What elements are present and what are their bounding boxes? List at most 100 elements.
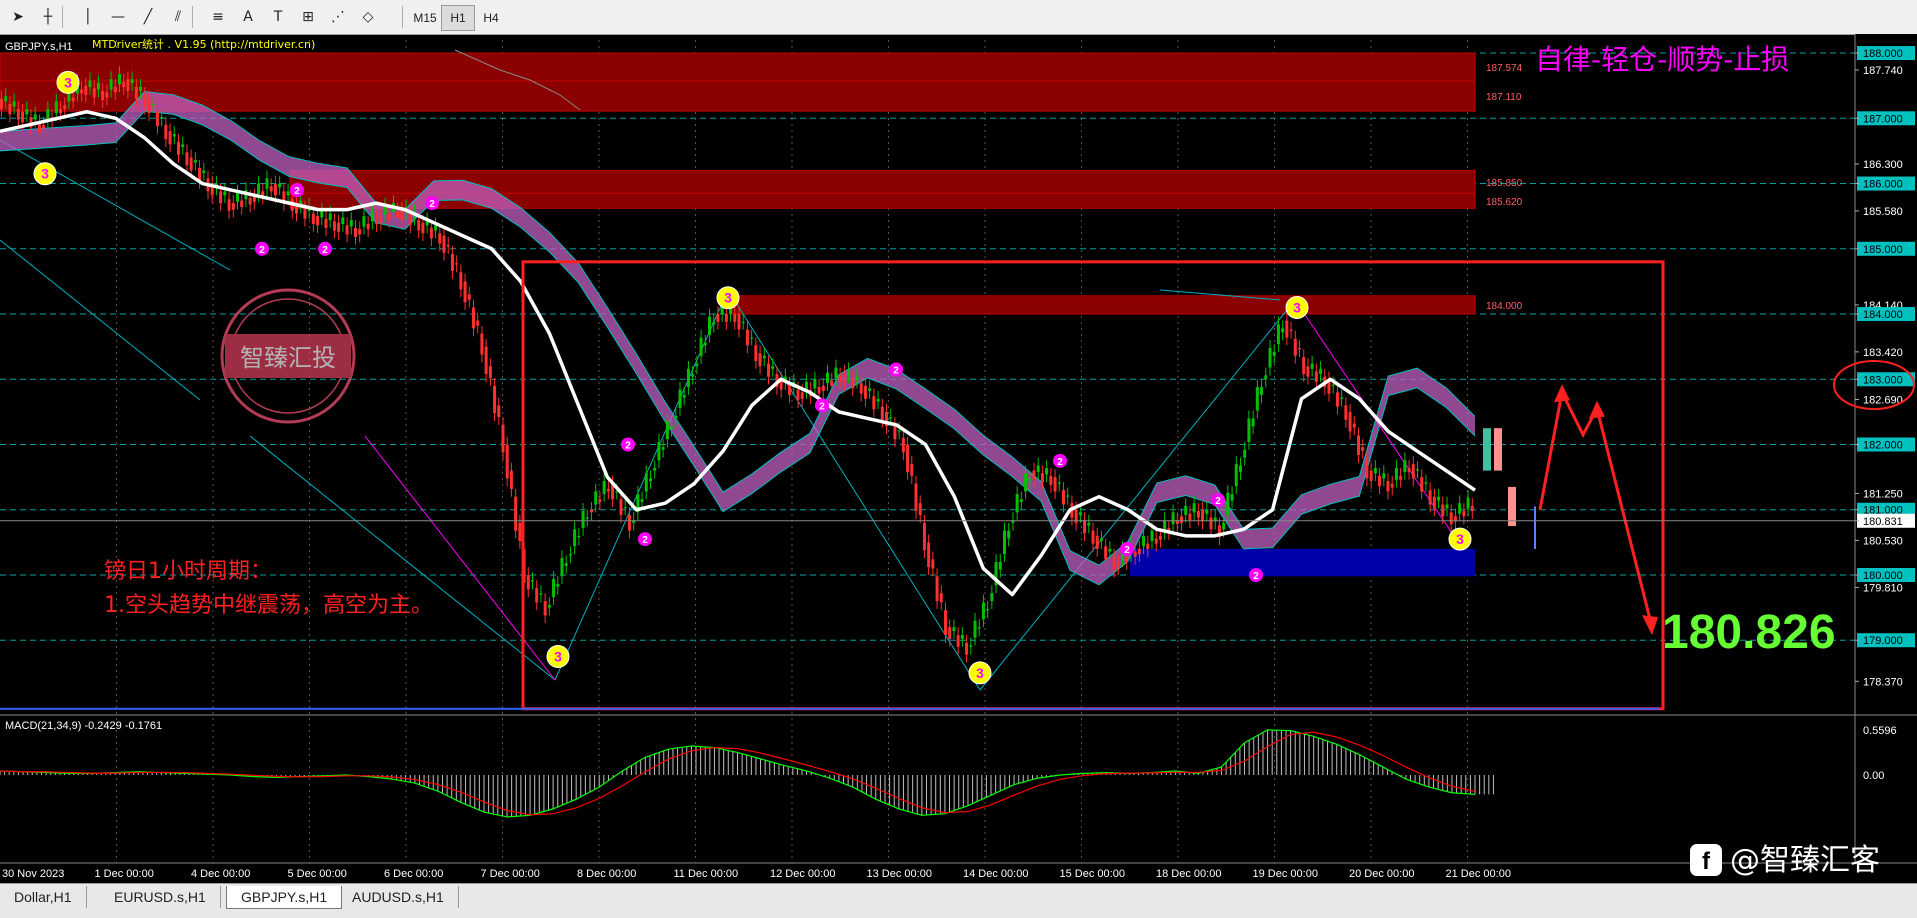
candle-body (767, 363, 770, 377)
candle-body (535, 588, 539, 603)
fibonacci-icon[interactable]: ≡ (206, 5, 230, 29)
time-tick-label: 21 Dec 00:00 (1446, 868, 1511, 880)
text-label-icon[interactable]: T (266, 5, 290, 29)
candle-body (1298, 347, 1301, 350)
crosshair-icon[interactable]: ┼ (36, 5, 60, 29)
candle-body (560, 558, 564, 577)
candle-body (981, 602, 985, 620)
candle-body (724, 314, 728, 322)
candle-body (1099, 538, 1103, 542)
candle-body (1062, 490, 1065, 505)
candle-body (1239, 465, 1242, 472)
candle-body (754, 345, 758, 361)
shapes-icon[interactable]: ◇ (356, 5, 380, 29)
candle-body (337, 222, 341, 232)
price-tick-label: 187.740 (1863, 65, 1903, 77)
fib-fan-icon[interactable]: ⋰ (326, 5, 350, 29)
timeframe-h1-button[interactable]: H1 (441, 5, 475, 31)
text-icon[interactable]: A (236, 5, 260, 29)
swing-label: 3 (724, 290, 732, 306)
candle-body (935, 576, 939, 602)
candle-body (1078, 512, 1082, 515)
candle-body (1462, 511, 1466, 517)
symbol-label: GBPJPY.s,H1 (5, 41, 73, 53)
channel-icon[interactable]: ⫽ (166, 5, 190, 29)
candle-body (1386, 481, 1390, 492)
candle-body (227, 199, 231, 211)
tab-eurusd[interactable]: EURUSD.s,H1 (100, 886, 221, 908)
support-zone (1130, 548, 1475, 577)
candle-body (1357, 435, 1360, 455)
candle-body (1466, 498, 1470, 509)
timeframe-m15-button[interactable]: M15 (408, 5, 442, 31)
candle-body (59, 109, 62, 114)
timeframe-h4-button[interactable]: H4 (474, 5, 508, 31)
candle-body (526, 574, 530, 590)
time-tick-label: 18 Dec 00:00 (1156, 868, 1221, 880)
candle-body (320, 210, 324, 218)
candle-body (918, 503, 922, 515)
candle-body (273, 183, 277, 196)
candle-body (556, 584, 560, 587)
candle-body (990, 593, 994, 602)
trendline-icon[interactable]: ╱ (136, 5, 160, 29)
watermark-text: 智臻汇投 (240, 344, 336, 372)
candle-body (181, 144, 185, 147)
candle-body (1348, 411, 1352, 432)
chart-area[interactable]: 187.574 187.110 185.850 185.620 184.000 3 3 2 2… (0, 34, 1917, 883)
candle-body (189, 157, 193, 171)
candle-body (434, 225, 438, 231)
candle-body (1019, 499, 1023, 502)
candle-body (231, 203, 235, 210)
candle-body (956, 635, 960, 647)
horizontal-line-icon[interactable]: — (106, 5, 130, 29)
candle-body (931, 559, 935, 569)
candle-body (1104, 546, 1108, 560)
trend-line (979, 299, 1296, 691)
candle-body (1445, 504, 1449, 509)
candle-body (370, 210, 374, 222)
candle-body (733, 314, 737, 322)
tab-gbpusd[interactable]: Dollar,H1 (0, 886, 87, 908)
candle-body (552, 578, 556, 598)
swing-label: 2 (259, 245, 265, 256)
candle-body (21, 111, 25, 123)
swing-label: 2 (1124, 545, 1130, 556)
tab-label: EURUSD.s,H1 (114, 889, 206, 905)
candle-body (1255, 387, 1259, 411)
swing-label: 2 (294, 186, 300, 197)
swing-label: 2 (642, 535, 648, 546)
toolbar: ➤ ┼ │ — ╱ ⫽ ≡ A T ⊞ ⋰ ◇ M15 H1 H4 (0, 0, 1917, 35)
candle-body (505, 444, 509, 479)
candle-body (126, 79, 130, 91)
candle-body (695, 363, 699, 367)
gann-icon[interactable]: ⊞ (296, 5, 320, 29)
candle-body (594, 491, 598, 505)
candle-body (488, 366, 492, 378)
candle-body (236, 192, 239, 202)
swing-label: 2 (1215, 496, 1221, 507)
time-tick-label: 8 Dec 00:00 (577, 868, 636, 880)
swing-label: 2 (1253, 571, 1259, 582)
candle-body (379, 216, 383, 223)
candle-body (1272, 351, 1276, 356)
zone-label: 187.574 (1486, 63, 1523, 74)
swing-label: 2 (429, 199, 435, 210)
vertical-line-icon[interactable]: │ (76, 5, 100, 29)
tab-label: AUDUSD.s,H1 (352, 889, 444, 905)
candle-body (324, 218, 328, 228)
candle-body (1230, 494, 1234, 501)
candle-body (952, 627, 956, 632)
candle-body (172, 133, 176, 137)
tab-gbpjpy[interactable]: GBPJPY.s,H1 (226, 886, 343, 909)
price-tick-label: 180.530 (1863, 535, 1903, 547)
candle-body (547, 605, 551, 608)
price-tick-label: 183.000 (1863, 374, 1903, 386)
swing-label: 2 (322, 245, 328, 256)
candle-body (640, 499, 644, 502)
tab-audusd[interactable]: AUDUSD.s,H1 (338, 886, 459, 908)
candle-body (105, 92, 109, 98)
candle-body (1154, 538, 1158, 544)
candle-body (1411, 464, 1415, 479)
cursor-icon[interactable]: ➤ (6, 5, 30, 29)
